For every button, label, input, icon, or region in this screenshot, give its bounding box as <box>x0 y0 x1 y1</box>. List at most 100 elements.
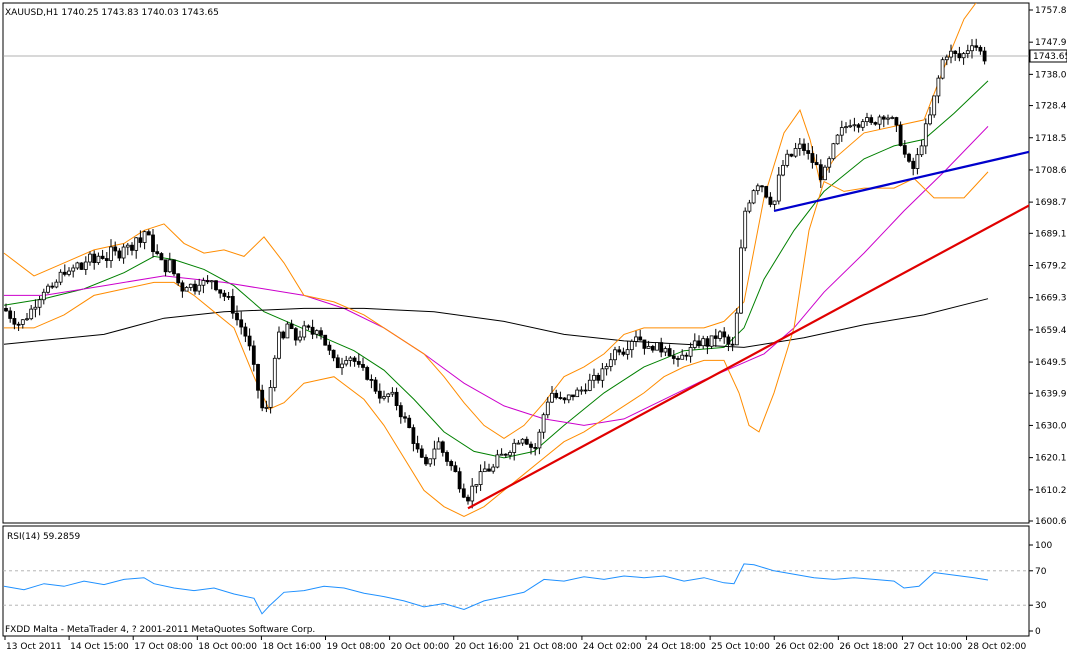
candle-body <box>235 312 239 321</box>
candle-body <box>432 448 437 460</box>
candle-body <box>109 246 113 261</box>
candle-body <box>760 185 764 188</box>
candle-body <box>940 59 945 79</box>
candle-body <box>751 190 756 204</box>
candle-body <box>865 117 869 123</box>
rsi-tick-label: 70 <box>1035 567 1047 577</box>
current-price-label: 1743.65 <box>1033 52 1067 62</box>
candle-body <box>369 379 374 381</box>
candle-body <box>134 237 139 251</box>
candle-body <box>8 310 13 319</box>
candle-body <box>251 345 256 365</box>
candle-body <box>545 401 550 416</box>
candle-body <box>663 348 668 353</box>
candle-body <box>29 308 34 320</box>
candle-body <box>499 453 504 456</box>
candle-body <box>281 331 286 339</box>
candle-body <box>655 342 659 351</box>
time-tick-label: 18 Oct 00:00 <box>198 642 257 652</box>
candle-body <box>957 53 962 59</box>
candle-body <box>222 292 227 297</box>
candle-body <box>407 417 412 429</box>
price-tick-label: 1689.10 <box>1035 229 1067 239</box>
candle-body <box>264 406 269 409</box>
candle-body <box>155 251 160 254</box>
candle-body <box>608 359 613 367</box>
candle-body <box>907 153 911 162</box>
candle-body <box>205 280 210 283</box>
candle-body <box>915 154 920 169</box>
candle-body <box>457 471 462 490</box>
candle-body <box>705 338 710 347</box>
candle-body <box>524 438 529 445</box>
candle-body <box>377 390 382 399</box>
candle-body <box>944 56 949 61</box>
candle-body <box>247 335 252 347</box>
candle-body <box>113 246 118 252</box>
candle-body <box>932 95 937 116</box>
candle-body <box>138 237 143 243</box>
candle-body <box>860 121 865 128</box>
candle-body <box>37 299 42 308</box>
candle-body <box>806 150 811 154</box>
candle-body <box>146 231 151 236</box>
candle-body <box>877 116 882 125</box>
price-tick-label: 1718.50 <box>1035 134 1067 144</box>
time-tick-label: 13 Oct 2011 <box>6 642 62 652</box>
candle-body <box>411 427 416 444</box>
candle-body <box>25 318 29 321</box>
candle-body <box>184 287 189 292</box>
price-tick-label: 1757.80 <box>1035 6 1067 16</box>
candle-body <box>466 496 470 502</box>
candle-body <box>188 283 193 288</box>
price-tick-label: 1600.60 <box>1035 517 1067 527</box>
candle-body <box>12 318 17 325</box>
candle-body <box>197 284 202 292</box>
candle-body <box>638 336 643 341</box>
candle-body <box>852 124 857 127</box>
candle-body <box>629 341 634 351</box>
candle-body <box>163 259 168 273</box>
candle-body <box>453 465 458 473</box>
candle-body <box>600 368 605 381</box>
candle-body <box>180 282 185 292</box>
candle-body <box>268 387 273 408</box>
candle-body <box>403 416 407 419</box>
candle-body <box>789 153 794 157</box>
candle-body <box>50 285 55 288</box>
candle-body <box>508 452 512 456</box>
price-tick-label: 1620.10 <box>1035 454 1067 464</box>
candle-body <box>285 323 290 339</box>
price-tick-label: 1610.20 <box>1035 486 1067 496</box>
candle-body <box>482 468 487 473</box>
candle-body <box>344 360 349 365</box>
candle-body <box>537 431 542 449</box>
candle-body <box>739 247 743 314</box>
candle-body <box>474 484 479 487</box>
candle-body <box>516 442 521 445</box>
price-tick-label: 1698.70 <box>1035 198 1067 208</box>
candle-body <box>62 271 67 275</box>
candle-body <box>503 453 508 456</box>
price-tick-label: 1679.20 <box>1035 262 1067 272</box>
candle-body <box>71 267 76 272</box>
candle-body <box>684 354 689 357</box>
candle-body <box>361 364 365 368</box>
candle-body <box>965 50 970 54</box>
candle-body <box>449 461 454 467</box>
candle-body <box>193 283 197 292</box>
candle-body <box>961 53 966 59</box>
candle-body <box>671 355 676 359</box>
candle-body <box>533 447 538 449</box>
candle-body <box>676 358 680 360</box>
candle-body <box>592 374 596 381</box>
candle-body <box>394 391 399 406</box>
candle-body <box>747 202 752 212</box>
price-tick-label: 1630.00 <box>1035 421 1067 431</box>
candle-body <box>428 458 433 465</box>
candle-body <box>562 397 567 401</box>
candle-body <box>239 319 244 328</box>
candle-body <box>352 357 357 362</box>
candle-body <box>348 357 353 361</box>
time-tick-label: 19 Oct 08:00 <box>327 642 386 652</box>
